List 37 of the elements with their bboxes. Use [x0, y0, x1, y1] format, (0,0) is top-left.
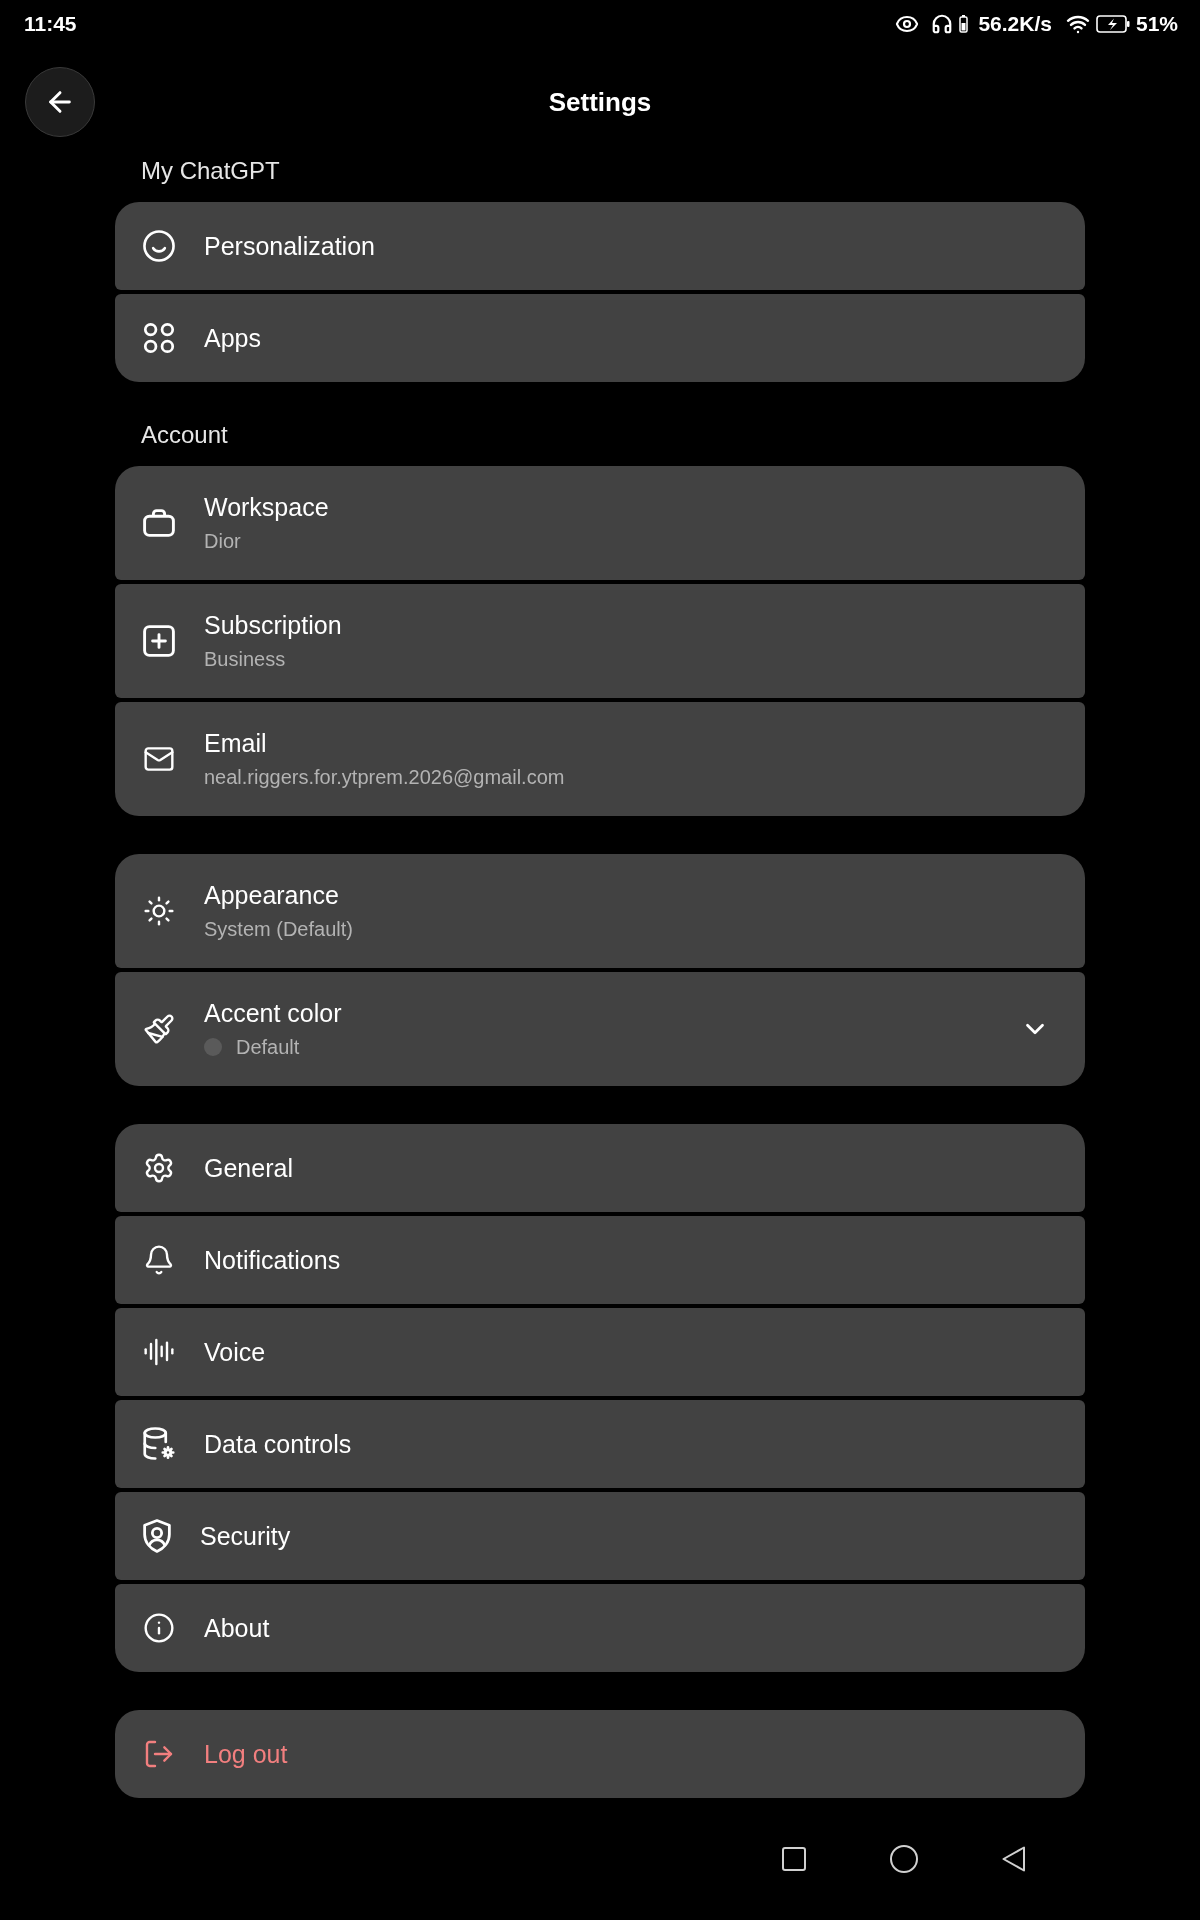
- section-heading: Account: [140, 419, 229, 450]
- settings-item[interactable]: General: [115, 1123, 1085, 1212]
- info-icon: [143, 1611, 175, 1644]
- home-icon[interactable]: [890, 1844, 918, 1873]
- settings-item[interactable]: Subscription Business: [115, 583, 1085, 698]
- database-gear-icon: [143, 1427, 175, 1460]
- sun-icon: [143, 894, 175, 927]
- page-title: Settings: [548, 86, 652, 118]
- bell-icon: [143, 1243, 175, 1276]
- settings-item[interactable]: Appearance System (Default): [115, 853, 1085, 968]
- battery-percent: 51%: [1135, 12, 1178, 37]
- settings-item[interactable]: Security: [115, 1491, 1085, 1580]
- battery-charging-icon: [1095, 15, 1130, 34]
- briefcase-icon: [143, 508, 175, 537]
- settings-item[interactable]: Notifications: [115, 1215, 1085, 1304]
- shield-user-icon: [143, 1518, 171, 1553]
- settings-item[interactable]: Personalization: [115, 201, 1085, 290]
- status-time: 11:45: [24, 12, 77, 37]
- settings-item[interactable]: Voice: [115, 1307, 1085, 1396]
- network-speed: 56.2K/s: [978, 12, 1052, 37]
- logout-button[interactable]: Log out: [115, 1709, 1085, 1798]
- section-heading: My ChatGPT: [140, 155, 281, 186]
- settings-item[interactable]: Workspace Dior: [115, 465, 1085, 580]
- apps-grid-icon: [143, 321, 175, 354]
- settings-item[interactable]: Email neal.riggers.for.ytprem.2026@gmail.com: [115, 701, 1085, 816]
- headphones-icon: [931, 13, 954, 36]
- settings-item[interactable]: Apps: [115, 293, 1085, 382]
- battery-icon: [959, 15, 969, 34]
- settings-item[interactable]: Data controls: [115, 1399, 1085, 1488]
- plus-square-icon: [143, 624, 175, 657]
- recents-icon[interactable]: [782, 1846, 806, 1871]
- back-nav-icon[interactable]: [1002, 1845, 1026, 1872]
- settings-icon: [143, 1151, 175, 1184]
- smiley-icon: [143, 229, 175, 262]
- settings-item[interactable]: About: [115, 1583, 1085, 1672]
- dropdown-item[interactable]: Accent color Default: [115, 971, 1085, 1086]
- paintbrush-icon: [143, 1012, 175, 1045]
